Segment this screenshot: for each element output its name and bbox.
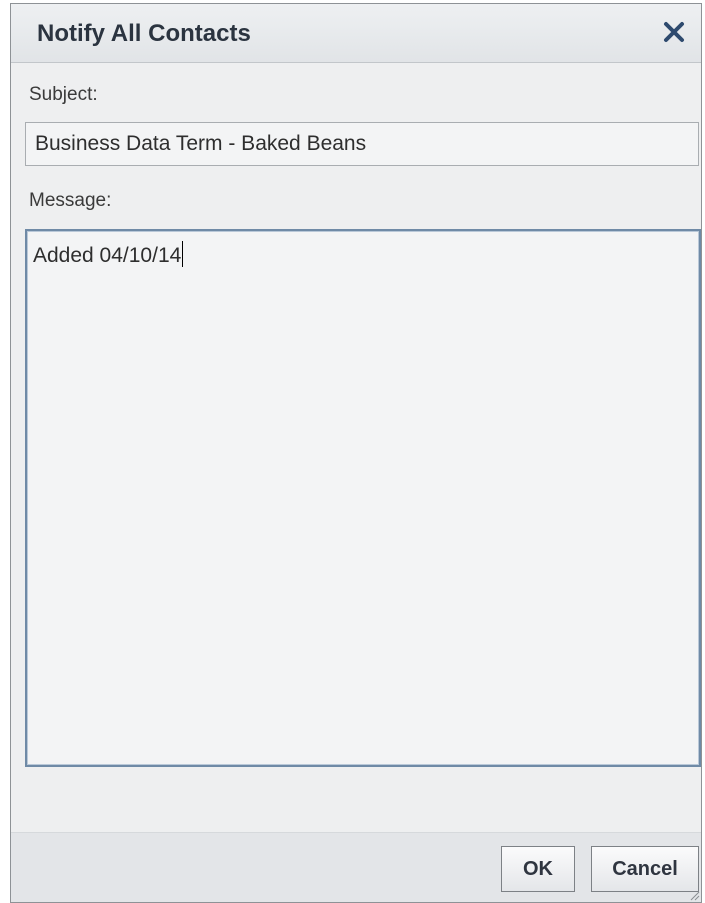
dialog-titlebar[interactable]: Notify All Contacts	[11, 4, 701, 63]
resize-grip-icon[interactable]	[688, 889, 700, 901]
dialog-title: Notify All Contacts	[37, 20, 251, 47]
dialog-footer: OK Cancel	[11, 833, 701, 902]
message-text: Added 04/10/14	[33, 244, 182, 267]
ok-button[interactable]: OK	[501, 846, 575, 892]
subject-label: Subject:	[29, 84, 98, 105]
cancel-button[interactable]: Cancel	[591, 846, 699, 892]
message-label: Message:	[29, 190, 112, 211]
close-icon	[664, 22, 684, 42]
text-caret	[182, 241, 184, 267]
notify-dialog: Notify All Contacts Subject: Business Da…	[10, 3, 702, 903]
subject-input[interactable]: Business Data Term - Baked Beans	[25, 122, 699, 166]
message-textarea[interactable]: Added 04/10/14	[25, 229, 701, 767]
close-button[interactable]	[661, 18, 687, 46]
